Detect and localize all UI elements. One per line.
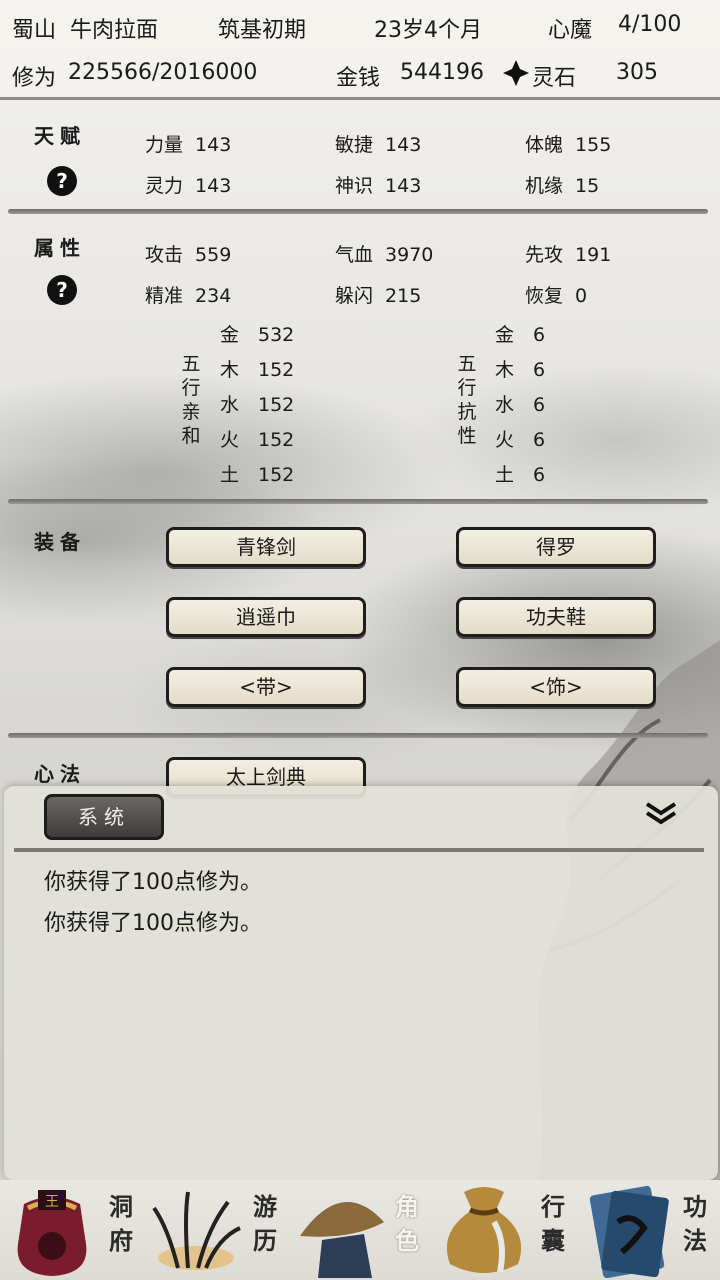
- nav-item-techniques[interactable]: 功法: [576, 1180, 720, 1280]
- grass-icon: [152, 1191, 241, 1270]
- nav-label-techniques: 功法: [683, 1192, 707, 1255]
- message-log-panel: 系统 你获得了100点修为。 你获得了100点修为。: [4, 786, 718, 1180]
- cave-bag-icon: 王: [17, 1190, 87, 1276]
- affinity-row: 火 152: [220, 429, 295, 451]
- attribute-stat: 躲闪 215: [335, 285, 422, 307]
- element-affinity-label: 五行亲和: [181, 353, 201, 447]
- nav-item-character[interactable]: 角色: [288, 1180, 432, 1280]
- nav-item-inventory[interactable]: 行囊: [432, 1180, 576, 1280]
- money-label: 金钱: [336, 66, 381, 91]
- cultivation-realm: 筑基初期: [218, 18, 307, 43]
- xinmo-label: 心魔: [548, 18, 593, 43]
- talent-stat: 敏捷 143: [335, 134, 422, 156]
- equipment-title: 装备: [34, 530, 86, 554]
- bottom-navigation: 王 洞府 游历 角色 行囊 功法: [0, 1180, 720, 1280]
- nav-item-travel[interactable]: 游历: [144, 1180, 288, 1280]
- attribute-stat: 气血 3970: [335, 244, 434, 266]
- equip-armor-button[interactable]: 得罗: [456, 527, 656, 567]
- affinity-row: 水 152: [220, 394, 295, 416]
- panel-divider: [14, 848, 704, 852]
- xinmo-value: 4/100: [618, 12, 682, 37]
- log-message: 你获得了100点修为。: [44, 870, 262, 895]
- nav-label-character: 角色: [395, 1192, 419, 1255]
- attribute-stat: 精准 234: [145, 285, 232, 307]
- attributes-title: 属性: [34, 236, 86, 260]
- element-resist-label: 五行抗性: [457, 353, 477, 447]
- section-divider: [8, 733, 708, 738]
- talent-stat: 机缘 15: [525, 175, 600, 197]
- xinfa-title: 心法: [34, 762, 86, 786]
- attribute-stat: 先攻 191: [525, 244, 612, 266]
- xiuwei-value: 225566/2016000: [68, 60, 258, 85]
- nav-label-cave: 洞府: [109, 1192, 133, 1255]
- svg-text:王: 王: [45, 1194, 59, 1210]
- equip-belt-button[interactable]: <带>: [166, 667, 366, 707]
- affinity-row: 金 532: [220, 324, 295, 346]
- attribute-stat: 恢复 0: [525, 285, 588, 307]
- log-message: 你获得了100点修为。: [44, 911, 262, 936]
- resist-row: 木6: [495, 359, 546, 381]
- talent-stat: 灵力 143: [145, 175, 232, 197]
- attributes-help-icon[interactable]: ?: [47, 275, 77, 305]
- nav-item-cave[interactable]: 王 洞府: [0, 1180, 144, 1280]
- attribute-stat: 攻击 559: [145, 244, 232, 266]
- talent-stat: 力量 143: [145, 134, 232, 156]
- chevron-double-down-icon[interactable]: [644, 800, 678, 826]
- talent-help-icon[interactable]: ?: [47, 166, 77, 196]
- resist-row: 火6: [495, 429, 546, 451]
- nav-label-inventory: 行囊: [541, 1192, 565, 1255]
- xiuwei-label: 修为: [12, 66, 57, 91]
- straw-hat-icon: [300, 1202, 384, 1278]
- book-icon: [589, 1185, 669, 1278]
- resist-row: 金6: [495, 324, 546, 346]
- talent-stat: 体魄 155: [525, 134, 612, 156]
- equip-accessory-button[interactable]: <饰>: [456, 667, 656, 707]
- money-value: 544196: [400, 60, 484, 85]
- lingshi-value: 305: [616, 60, 658, 85]
- system-tab[interactable]: 系统: [44, 794, 164, 840]
- equip-head-button[interactable]: 逍遥巾: [166, 597, 366, 637]
- sect-name: 蜀山: [12, 18, 57, 43]
- talent-title: 天赋: [34, 124, 86, 148]
- spirit-stone-icon: [503, 60, 529, 86]
- character-age: 23岁4个月: [374, 18, 482, 43]
- lingshi-label: 灵石: [532, 66, 577, 91]
- affinity-row: 木 152: [220, 359, 295, 381]
- talent-stat: 神识 143: [335, 175, 422, 197]
- section-divider: [8, 209, 708, 214]
- nav-label-travel: 游历: [253, 1192, 277, 1255]
- section-divider: [8, 499, 708, 504]
- equip-shoes-button[interactable]: 功夫鞋: [456, 597, 656, 637]
- character-header: 蜀山 牛肉拉面 筑基初期 23岁4个月 心魔 4/100 修为 225566/2…: [0, 0, 720, 100]
- character-name: 牛肉拉面: [70, 18, 159, 43]
- equip-weapon-button[interactable]: 青锋剑: [166, 527, 366, 567]
- pouch-icon: [446, 1187, 522, 1273]
- resist-row: 水6: [495, 394, 546, 416]
- affinity-row: 土 152: [220, 464, 295, 486]
- resist-row: 土6: [495, 464, 546, 486]
